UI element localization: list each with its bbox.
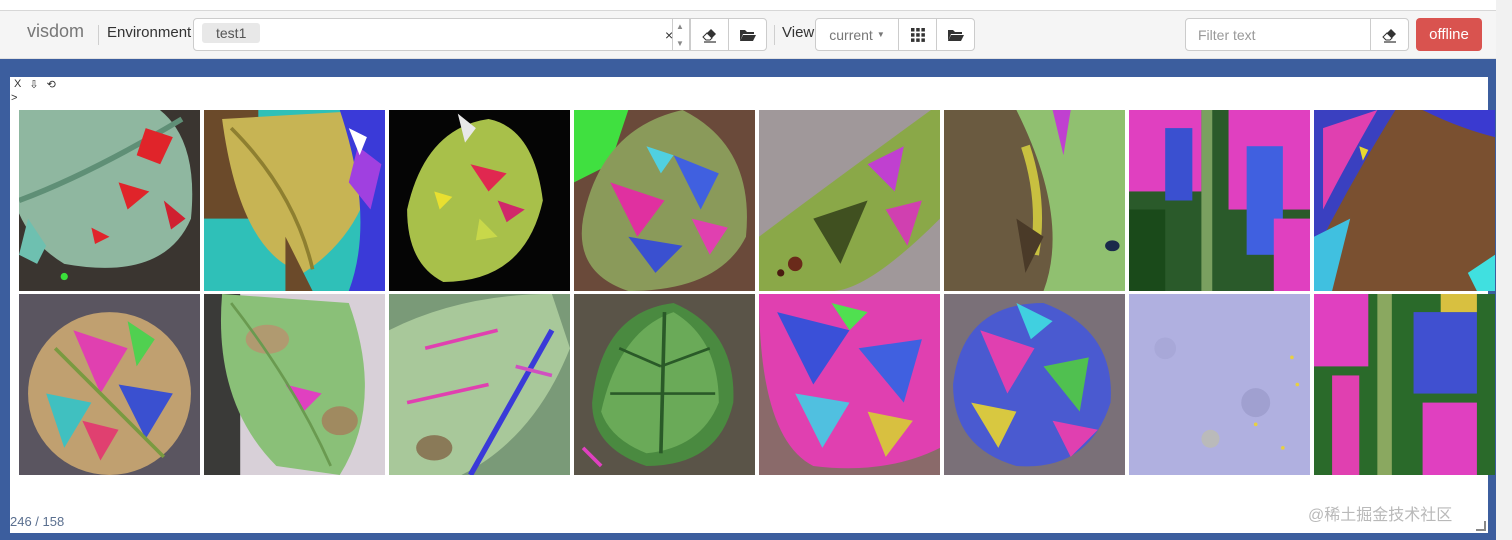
image-tile[interactable] [1314,294,1495,475]
leaf-image [574,294,755,475]
leaf-image [944,294,1125,475]
pane-resize-handle[interactable] [1476,521,1486,531]
view-select-value: current [829,26,873,43]
pane-expand-caret[interactable]: > [11,92,17,104]
leaf-image [574,110,755,291]
environment-tag[interactable]: test1 [202,23,261,43]
caret-down-icon: ▼ [876,30,885,39]
navbar-divider [774,25,775,45]
image-tile[interactable] [1314,110,1495,291]
image-tile[interactable] [204,110,385,291]
view-label: View [782,24,815,41]
image-pane[interactable]: X ⇩ ⟲ > 246 / 158 [10,77,1495,533]
environment-spinner[interactable]: ▲ ▼ [673,18,690,51]
image-tile[interactable] [19,294,200,475]
environment-label: Environment [107,24,192,41]
folder-open-icon [739,29,756,41]
leaf-image [19,294,200,475]
leaf-image [1129,110,1310,291]
image-tile[interactable] [389,294,570,475]
manage-environments-button[interactable] [728,18,767,51]
spinner-down-icon[interactable]: ▼ [676,39,684,48]
image-tile[interactable] [204,294,385,475]
image-tile[interactable] [944,110,1125,291]
watermark: @稀土掘金技术社区 [1308,507,1453,524]
image-tile[interactable] [1129,294,1310,475]
repack-grid-button[interactable] [898,18,937,51]
spinner-up-icon[interactable]: ▲ [676,22,684,31]
navbar-divider [98,25,99,45]
manage-views-button[interactable] [936,18,975,51]
workspace: X ⇩ ⟲ > 246 / 158 [0,59,1496,540]
leaf-image [204,294,385,475]
image-tile[interactable] [574,110,755,291]
download-icon[interactable]: ⇩ [29,78,38,91]
leaf-image [389,294,570,475]
image-tile[interactable] [1129,110,1310,291]
grid-icon [910,27,925,42]
page-scrollbar[interactable] [1496,0,1512,540]
leaf-image [1314,294,1495,475]
brand-logo[interactable]: visdom [27,21,84,42]
navbar: visdom Environment test1 × ▲ ▼ View curr… [0,11,1496,59]
leaf-image [19,110,200,291]
page-top-strip [0,0,1496,11]
view-select[interactable]: current ▼ [815,18,899,51]
pane-controls: X ⇩ ⟲ [14,77,56,91]
image-tile[interactable] [19,110,200,291]
leaf-image [1314,110,1495,291]
close-pane-icon[interactable]: X [14,78,21,90]
image-tile[interactable] [759,110,940,291]
image-grid [19,110,1495,475]
image-tile[interactable] [759,294,940,475]
reset-icon[interactable]: ⟲ [47,78,56,91]
leaf-image [759,110,940,291]
leaf-image [204,110,385,291]
filter-text-input[interactable] [1185,18,1371,51]
image-tile[interactable] [389,110,570,291]
connection-status-button[interactable]: offline [1416,18,1482,51]
leaf-image [389,110,570,291]
environment-select[interactable]: test1 × [193,18,673,51]
leaf-image [944,110,1125,291]
clear-environment-button[interactable] [690,18,729,51]
image-tile[interactable] [944,294,1125,475]
leaf-image [1129,294,1310,475]
image-counter: 246 / 158 [10,514,65,529]
environment-clear-icon[interactable]: × [665,27,673,43]
leaf-image [759,294,940,475]
clear-filter-button[interactable] [1370,18,1409,51]
folder-open-icon [947,29,964,41]
eraser-icon [701,28,716,43]
eraser-icon [1381,28,1396,43]
image-tile[interactable] [574,294,755,475]
